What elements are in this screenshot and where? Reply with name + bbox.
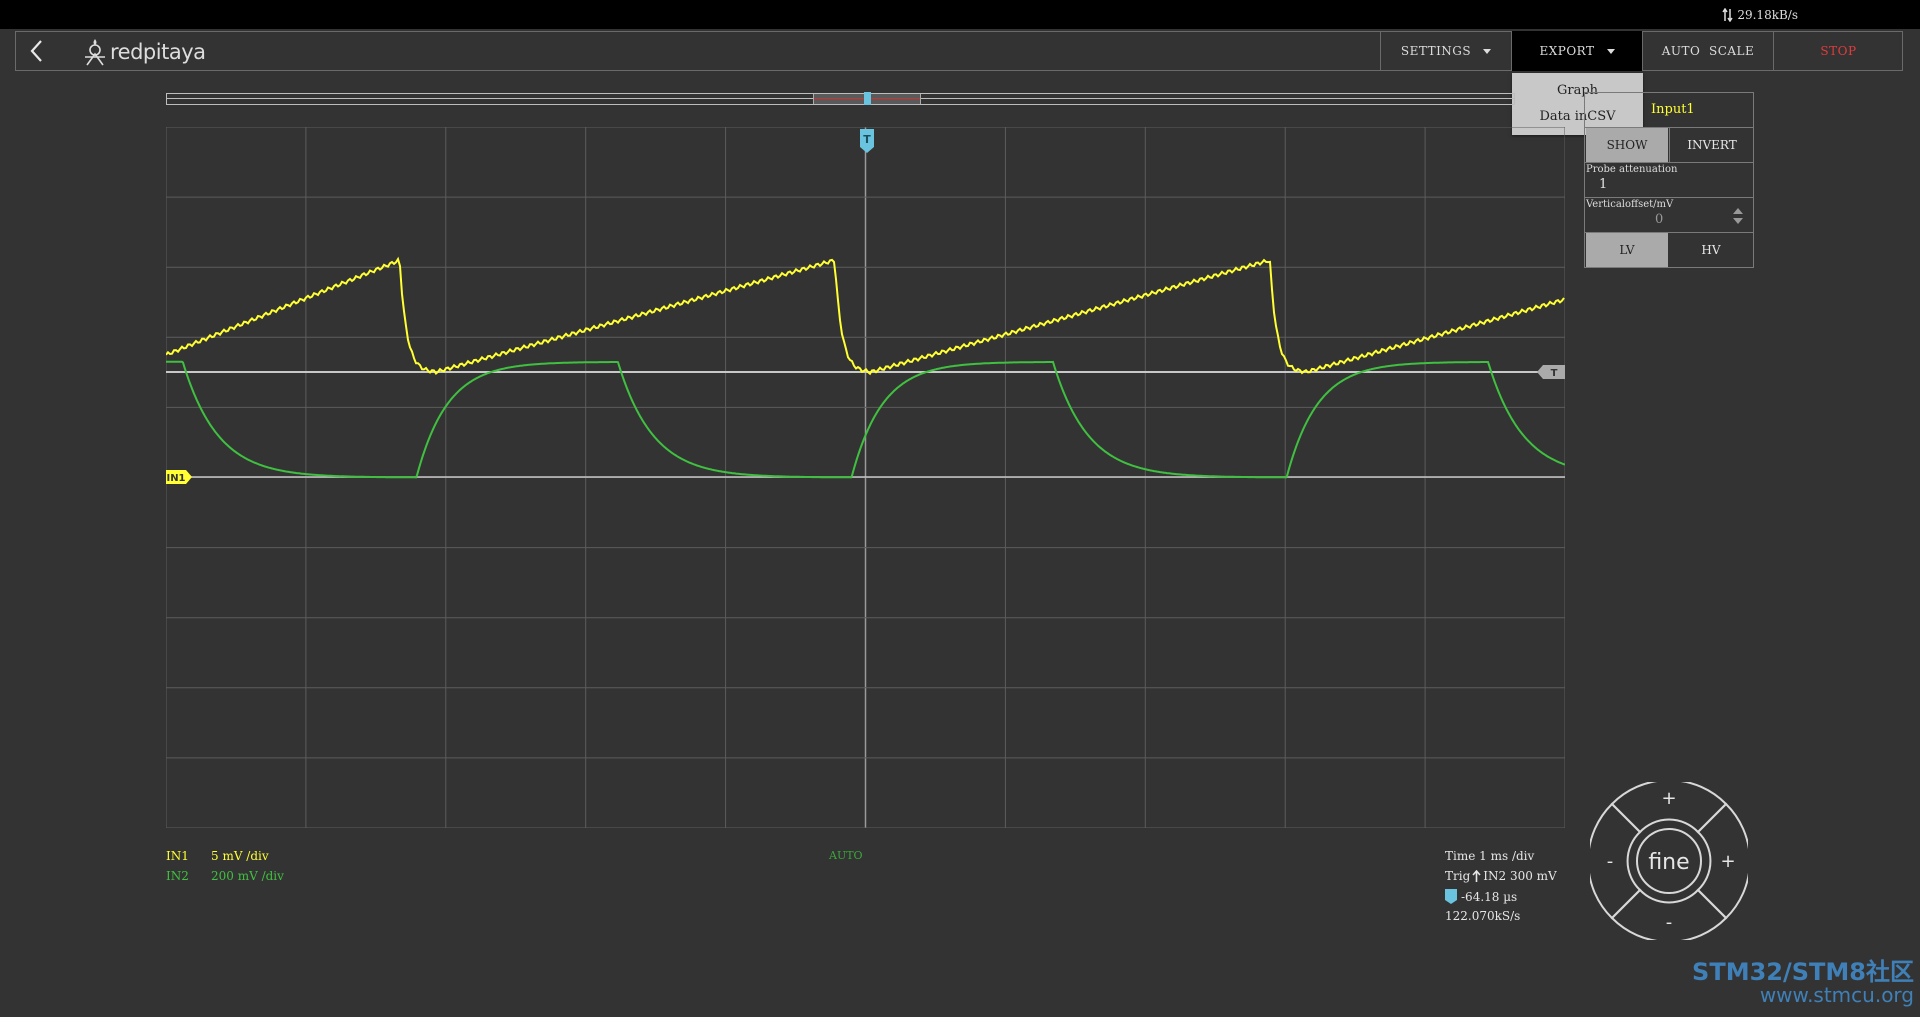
- autoscale-button[interactable]: AUTO SCALE: [1642, 31, 1773, 71]
- in2-name: IN2: [166, 869, 189, 883]
- watermark-line2: www.stmcu.org: [1759, 983, 1914, 1007]
- trigger-time-info: -64.18 µs: [1445, 889, 1517, 904]
- channel-settings-panel: Input1 SHOW INVERT Probe attenuation 1 V…: [1584, 92, 1754, 268]
- settings-label: SETTINGS: [1400, 44, 1472, 58]
- wheel-left-label: -: [1607, 851, 1614, 872]
- up-down-arrows-icon: [1722, 8, 1733, 22]
- export-label: EXPORT: [1539, 44, 1595, 58]
- caret-down-icon: [1606, 48, 1615, 54]
- probe-attenuation-label: Probe attenuation: [1586, 164, 1678, 175]
- in2-scale: 200 mV /div: [211, 869, 284, 883]
- chevron-left-icon[interactable]: [24, 38, 50, 64]
- show-button[interactable]: SHOW: [1586, 128, 1668, 162]
- oscilloscope-plot[interactable]: T T IN1: [166, 127, 1565, 828]
- rising-edge-icon: [1472, 870, 1481, 882]
- redpitaya-logo: redpitaya: [82, 35, 206, 69]
- invert-button[interactable]: INVERT: [1669, 128, 1754, 162]
- vertical-offset-row: Verticaloffset/mV 0: [1584, 197, 1754, 233]
- trigger-info: Trig IN2 300 mV: [1445, 869, 1557, 883]
- in1-offset-marker-label: IN1: [166, 473, 185, 484]
- network-speed-value: 29.18kB/s: [1737, 8, 1798, 22]
- watermark-line1: STM32/STM8社区: [1692, 958, 1914, 986]
- sample-rate: 122.070kS/s: [1445, 909, 1521, 923]
- spinner-arrows-icon[interactable]: [1731, 207, 1745, 225]
- lv-button[interactable]: LV: [1586, 233, 1668, 267]
- probe-attenuation-value[interactable]: 1: [1599, 177, 1607, 192]
- probe-attenuation-row: Probe attenuation 1: [1584, 162, 1754, 198]
- wheel-left-button[interactable]: [1590, 802, 1642, 920]
- trigger-level-marker[interactable]: T: [1537, 365, 1565, 379]
- watermark: STM32/STM8社区 www.stmcu.org: [1692, 959, 1914, 1005]
- wheel-down-label: -: [1666, 912, 1673, 933]
- trigger-value: IN2 300 mV: [1483, 869, 1557, 883]
- time-navigation-bar[interactable]: [166, 92, 1515, 105]
- show-invert-row: SHOW INVERT: [1584, 127, 1754, 163]
- wheel-up-label: +: [1661, 788, 1676, 809]
- network-speed: 29.18kB/s: [1722, 8, 1798, 22]
- vertical-offset-value[interactable]: 0: [1655, 212, 1663, 227]
- caret-down-icon: [1483, 48, 1492, 54]
- panel-title-row: Input1: [1584, 92, 1754, 128]
- trigger-prefix: Trig: [1445, 869, 1471, 883]
- trigger-time: -64.18 µs: [1461, 889, 1518, 904]
- wheel-fine-label: fine: [1648, 850, 1689, 875]
- trigger-position-handle[interactable]: [864, 92, 871, 105]
- vertical-offset-label: Verticaloffset/mV: [1586, 199, 1674, 210]
- hv-button[interactable]: HV: [1669, 233, 1753, 267]
- trigger-level-marker-label: T: [1551, 368, 1558, 379]
- lv-hv-row: LV HV: [1584, 232, 1754, 268]
- stop-label: STOP: [1820, 44, 1857, 58]
- redpitaya-logo-icon: [85, 39, 105, 66]
- logo-text: redpitaya: [110, 40, 206, 64]
- stop-button[interactable]: STOP: [1773, 31, 1903, 71]
- trigger-time-marker[interactable]: T: [860, 129, 874, 153]
- in1-scale: 5 mV /div: [211, 849, 269, 863]
- top-navbar: redpitaya SETTINGS EXPORT AUTO SCALE STO…: [15, 31, 1903, 71]
- in1-offset-marker[interactable]: IN1: [166, 470, 192, 484]
- trigger-time-icon: [1445, 889, 1457, 904]
- in1-name: IN1: [166, 849, 189, 863]
- time-scale: Time 1 ms /div: [1445, 849, 1535, 863]
- navigation-wheel: fine + - - +: [1590, 782, 1748, 940]
- top-status-strip: 29.18kB/s: [0, 0, 1920, 29]
- acquisition-mode: AUTO: [829, 849, 863, 862]
- autoscale-label: AUTO SCALE: [1661, 44, 1755, 58]
- panel-title: Input1: [1651, 102, 1695, 117]
- trigger-time-marker-label: T: [863, 133, 871, 146]
- wheel-right-label: +: [1720, 851, 1735, 872]
- export-button[interactable]: EXPORT: [1511, 31, 1642, 71]
- settings-button[interactable]: SETTINGS: [1380, 31, 1511, 71]
